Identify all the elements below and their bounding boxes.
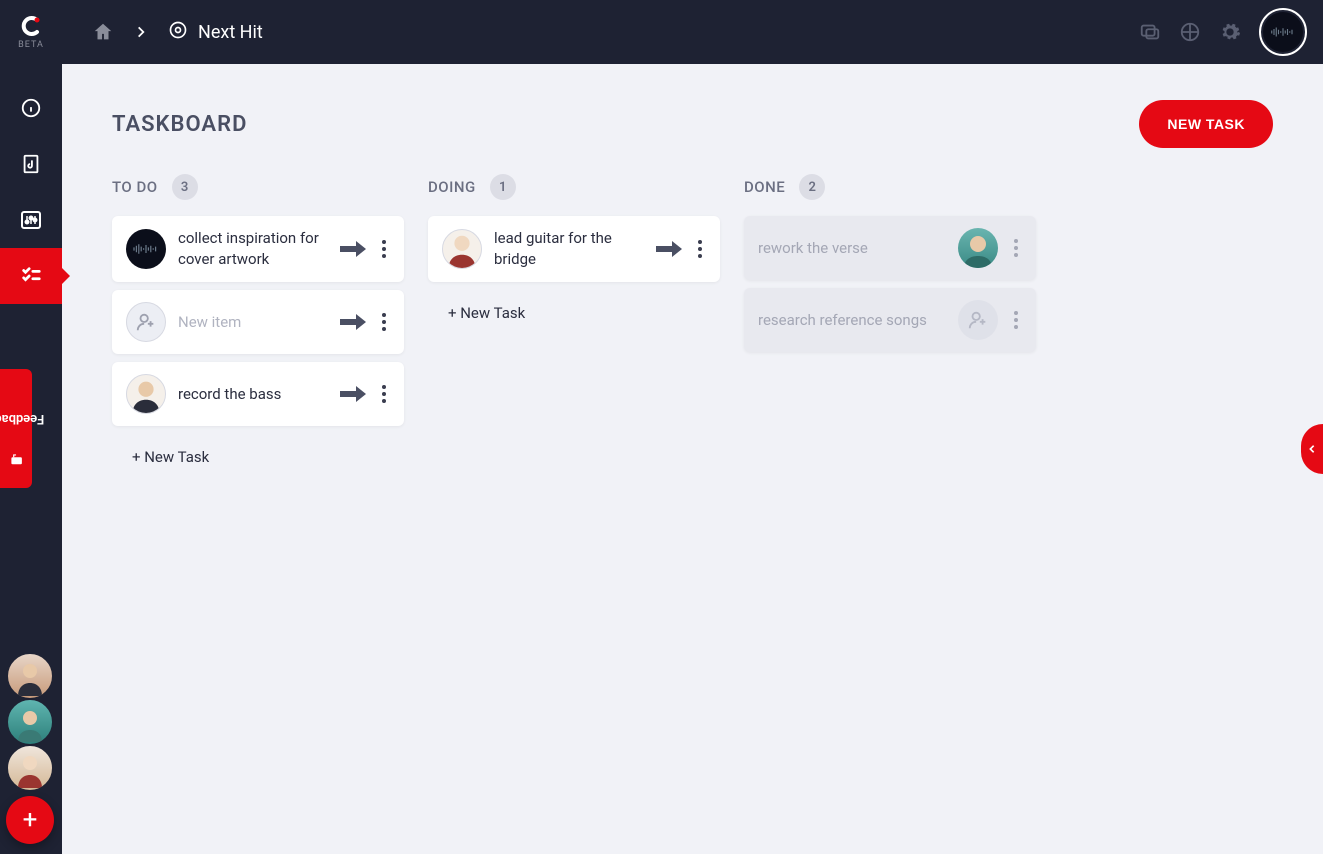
feedback-label: Feedback [0, 411, 44, 426]
assign-user-icon[interactable] [958, 300, 998, 340]
column-done: DONE 2 rework the verse research referen… [744, 174, 1036, 360]
breadcrumb-title-text: Next Hit [198, 22, 263, 43]
task-text: research reference songs [758, 310, 946, 331]
gear-icon[interactable] [1219, 21, 1241, 43]
column-count: 1 [490, 174, 516, 200]
column-doing: DOING 1 lead guitar for the bridge + New… [428, 174, 720, 322]
sidebar-item-info[interactable] [0, 80, 62, 136]
add-task-link[interactable]: + New Task [112, 434, 404, 466]
task-card-done[interactable]: rework the verse [744, 216, 1036, 280]
plus-icon: + [23, 805, 38, 835]
sidebar-item-taskboard[interactable] [0, 248, 62, 304]
card-menu-icon[interactable] [378, 381, 390, 407]
breadcrumb: Next Hit [92, 20, 263, 45]
move-right-icon[interactable] [340, 240, 366, 258]
chat-icon[interactable] [1139, 21, 1161, 43]
add-task-link[interactable]: + New Task [428, 290, 720, 322]
task-card[interactable]: lead guitar for the bridge [428, 216, 720, 282]
task-card-new[interactable]: New item [112, 290, 404, 354]
card-menu-icon[interactable] [694, 236, 706, 262]
feedback-tab[interactable]: Feedback [0, 369, 32, 488]
add-fab[interactable]: + [6, 796, 54, 844]
task-avatar [958, 228, 998, 268]
card-menu-icon[interactable] [1010, 235, 1022, 261]
column-todo: TO DO 3 collect inspiration for cover ar… [112, 174, 404, 466]
chevron-right-icon [134, 25, 148, 39]
card-menu-icon[interactable] [1010, 307, 1022, 333]
page-header: TASKBOARD NEW TASK [112, 100, 1273, 148]
task-text: rework the verse [758, 238, 946, 259]
waveform-icon [1263, 12, 1303, 52]
main-content: TASKBOARD NEW TASK TO DO 3 collect inspi… [62, 64, 1323, 854]
task-placeholder[interactable]: New item [178, 312, 328, 333]
move-right-icon[interactable] [656, 240, 682, 258]
breadcrumb-title[interactable]: Next Hit [168, 20, 263, 45]
header-actions [1139, 8, 1307, 56]
disc-icon [168, 20, 188, 45]
collaborator-avatar[interactable] [6, 652, 54, 700]
move-right-icon[interactable] [340, 385, 366, 403]
task-avatar [442, 229, 482, 269]
sidebar-item-music-file[interactable] [0, 136, 62, 192]
task-avatar [126, 229, 166, 269]
card-menu-icon[interactable] [378, 309, 390, 335]
app-header: BETA Next Hit [0, 0, 1323, 64]
beta-label: BETA [18, 40, 44, 50]
column-header: TO DO 3 [112, 174, 404, 200]
move-right-icon[interactable] [340, 313, 366, 331]
task-board: TO DO 3 collect inspiration for cover ar… [112, 174, 1273, 466]
task-card[interactable]: collect inspiration for cover artwork [112, 216, 404, 282]
column-title: TO DO [112, 178, 158, 196]
task-text: record the bass [178, 384, 328, 405]
collaborator-avatar[interactable] [6, 698, 54, 746]
globe-icon[interactable] [1179, 21, 1201, 43]
collaborator-avatar[interactable] [6, 744, 54, 792]
task-avatar [126, 374, 166, 414]
assign-user-icon[interactable] [126, 302, 166, 342]
column-count: 2 [799, 174, 825, 200]
collaborator-stack: + [6, 652, 54, 844]
sidebar-item-mixer[interactable] [0, 192, 62, 248]
column-title: DONE [744, 178, 785, 196]
task-card[interactable]: record the bass [112, 362, 404, 426]
home-icon[interactable] [92, 21, 114, 43]
task-text: lead guitar for the bridge [494, 228, 644, 270]
column-count: 3 [172, 174, 198, 200]
logo-icon [19, 14, 43, 38]
new-task-button[interactable]: NEW TASK [1139, 100, 1273, 148]
card-menu-icon[interactable] [378, 236, 390, 262]
brand-logo[interactable]: BETA [0, 0, 62, 64]
profile-avatar[interactable] [1259, 8, 1307, 56]
column-title: DOING [428, 178, 476, 196]
page-title: TASKBOARD [112, 112, 247, 137]
column-header: DONE 2 [744, 174, 1036, 200]
column-header: DOING 1 [428, 174, 720, 200]
task-text: collect inspiration for cover artwork [178, 228, 328, 270]
task-card-done[interactable]: research reference songs [744, 288, 1036, 352]
